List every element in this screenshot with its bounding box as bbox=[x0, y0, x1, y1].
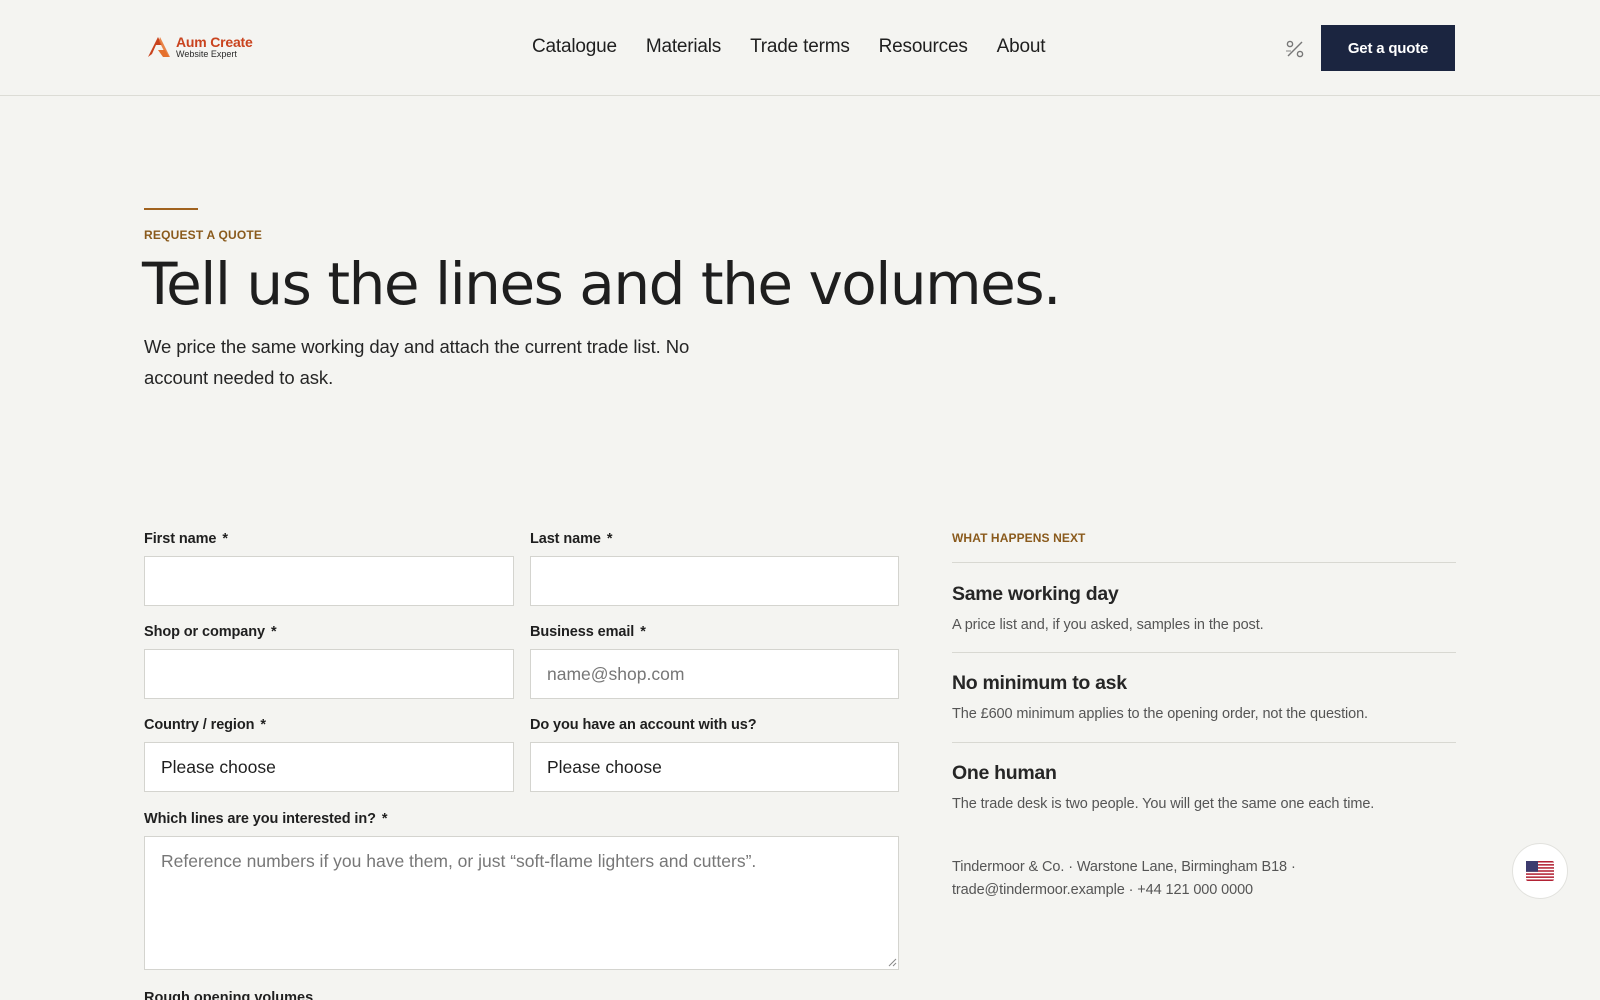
company-label: Shop or company * bbox=[144, 624, 277, 640]
get-a-quote-button[interactable]: Get a quote bbox=[1321, 25, 1455, 71]
aside-eyebrow: WHAT HAPPENS NEXT bbox=[952, 531, 1086, 545]
divider bbox=[952, 742, 1456, 743]
account-label: Do you have an account with us? bbox=[530, 717, 757, 733]
step-title: Same working day bbox=[952, 583, 1119, 605]
step-text: The £600 minimum applies to the opening … bbox=[952, 706, 1368, 722]
hero-subtitle: We price the same working day and attach… bbox=[144, 336, 690, 388]
nav-item-resources[interactable]: Resources bbox=[879, 36, 968, 58]
lines-label: Which lines are you interested in? * bbox=[144, 811, 388, 827]
account-select[interactable]: Please choose bbox=[530, 742, 899, 792]
email-field[interactable] bbox=[530, 649, 899, 699]
accent-rule bbox=[144, 208, 198, 210]
page-title: Tell us the lines and the volumes. bbox=[142, 250, 1061, 318]
country-select[interactable]: Please choose bbox=[144, 742, 514, 792]
resize-grip-icon[interactable] bbox=[887, 957, 897, 967]
nav-item-catalogue[interactable]: Catalogue bbox=[532, 36, 617, 58]
nav-item-materials[interactable]: Materials bbox=[646, 36, 721, 58]
divider bbox=[952, 652, 1456, 653]
contact-details: Tindermoor & Co. · Warstone Lane, Birmin… bbox=[952, 859, 1296, 898]
lines-textarea[interactable] bbox=[144, 836, 899, 970]
brand-title: Aum Create bbox=[176, 34, 253, 50]
opening-volumes-label: Rough opening volumes bbox=[144, 990, 314, 1000]
step-text: A price list and, if you asked, samples … bbox=[952, 617, 1264, 633]
first-name-field[interactable] bbox=[144, 556, 514, 606]
site-header: Aum Create Website Expert Catalogue Mate… bbox=[0, 0, 1600, 96]
language-switcher-button[interactable] bbox=[1512, 843, 1568, 899]
logo-mark-icon bbox=[148, 37, 170, 57]
last-name-field[interactable] bbox=[530, 556, 899, 606]
brand-subtitle: Website Expert bbox=[176, 49, 237, 59]
hero-eyebrow: REQUEST A QUOTE bbox=[144, 228, 263, 242]
percent-icon[interactable] bbox=[1283, 37, 1307, 61]
step-title: One human bbox=[952, 762, 1057, 784]
last-name-label: Last name * bbox=[530, 531, 613, 547]
brand-logo[interactable]: Aum Create Website Expert bbox=[146, 34, 253, 60]
main-nav: Catalogue Materials Trade terms Resource… bbox=[532, 36, 1046, 58]
first-name-label: First name * bbox=[144, 531, 228, 547]
account-select-value: Please choose bbox=[547, 756, 662, 777]
divider bbox=[952, 562, 1456, 563]
country-label: Country / region * bbox=[144, 717, 266, 733]
us-flag-icon bbox=[1526, 861, 1554, 881]
nav-item-trade-terms[interactable]: Trade terms bbox=[750, 36, 850, 58]
step-text: The trade desk is two people. You will g… bbox=[952, 796, 1375, 812]
company-field[interactable] bbox=[144, 649, 514, 699]
email-label: Business email * bbox=[530, 624, 646, 640]
step-title: No minimum to ask bbox=[952, 672, 1127, 694]
country-select-value: Please choose bbox=[161, 756, 276, 777]
nav-item-about[interactable]: About bbox=[997, 36, 1046, 58]
